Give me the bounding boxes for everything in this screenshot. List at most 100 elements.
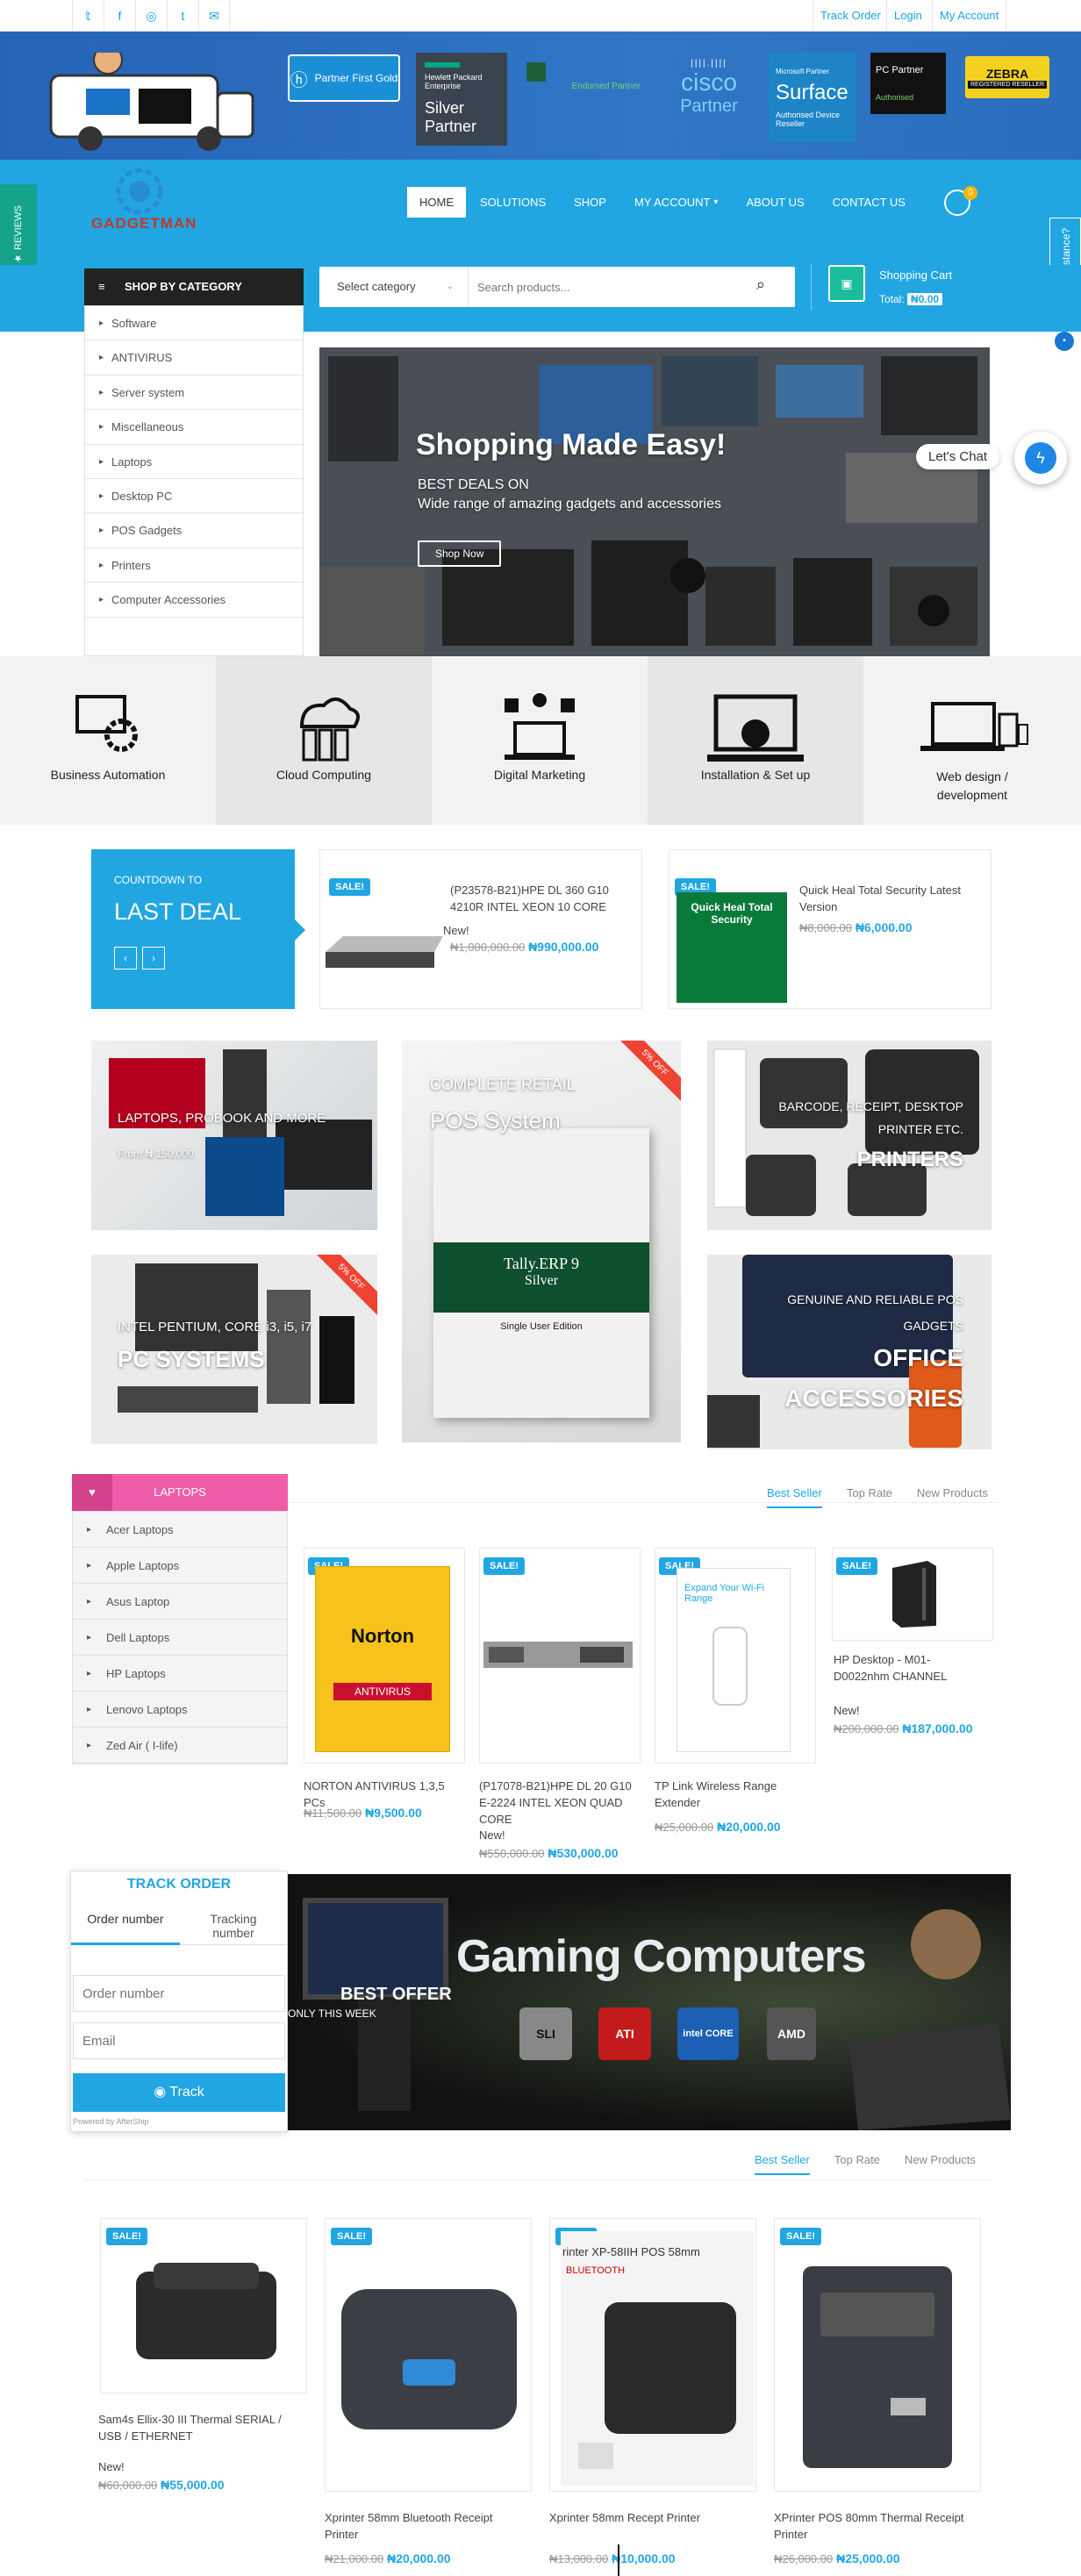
- gaming-banner[interactable]: Gaming Computers BEST OFFER ONLY THIS WE…: [288, 1874, 1011, 2130]
- lets-chat-label[interactable]: Let's Chat: [916, 444, 1000, 469]
- old-price: ₦550,000.00: [479, 1847, 545, 1860]
- category-item[interactable]: Software: [85, 306, 303, 341]
- mail-icon[interactable]: ✉: [198, 0, 230, 32]
- email-input[interactable]: [73, 2022, 285, 2059]
- nav-solutions[interactable]: SOLUTIONS: [466, 187, 560, 218]
- tab-new-products[interactable]: New Products: [917, 1486, 988, 1508]
- category-item[interactable]: Laptops: [85, 445, 303, 479]
- promo-subtitle: PRINTERS: [856, 1148, 963, 1171]
- product-card[interactable]: SALE!: [832, 1548, 993, 1641]
- product-name[interactable]: Sam4s Ellix-30 III Thermal SERIAL / USB …: [98, 2411, 300, 2444]
- chat-bubble-icon[interactable]: ▪: [1055, 332, 1074, 351]
- track-button[interactable]: ◉ Track: [73, 2073, 285, 2112]
- tab-best-seller[interactable]: Best Seller: [767, 1486, 822, 1508]
- product-card[interactable]: SALE!: [774, 2218, 981, 2492]
- product-card[interactable]: SALE!: [325, 2218, 532, 2492]
- promo-office-accessories[interactable]: GENUINE AND RELIABLE POS GADGETS OFFICE …: [707, 1255, 992, 1449]
- surface-partner-logo: Microsoft Partner Surface Authorised Devic…: [769, 53, 856, 142]
- service-label: Cloud Computing: [276, 768, 372, 782]
- service-digital-marketing[interactable]: Digital Marketing: [432, 656, 648, 825]
- laptop-category-item[interactable]: Apple Laptops: [73, 1548, 287, 1584]
- sale-price: ₦10,000.00: [612, 2551, 676, 2565]
- nav-contact-us[interactable]: CONTACT US: [819, 187, 920, 218]
- laptop-category-item[interactable]: Asus Laptop: [73, 1584, 287, 1620]
- product-card[interactable]: SALE!: [100, 2218, 307, 2394]
- shopping-cart-title[interactable]: Shopping Cart: [879, 268, 952, 282]
- tab-top-rate[interactable]: Top Rate: [834, 2153, 880, 2175]
- bluetooth-printer-image: [341, 2289, 517, 2429]
- product-name[interactable]: (P23578-B21)HPE DL 360 G10 4210R INTEL X…: [450, 882, 626, 915]
- category-select[interactable]: Select category ⌄: [319, 267, 469, 307]
- category-item[interactable]: ANTIVIRUS: [85, 340, 303, 376]
- product-name[interactable]: XPrinter POS 80mm Thermal Receipt Printe…: [774, 2509, 981, 2543]
- promo-laptops[interactable]: LAPTOPS, PROBOOK AND MORE From ₦ 150,000: [91, 1041, 377, 1230]
- nav-my-account[interactable]: MY ACCOUNT: [620, 187, 713, 218]
- installation-icon: [707, 694, 804, 762]
- promo-pc-systems[interactable]: 5% OFF INTEL PENTIUM, CORE i3, i5, i7 PC…: [91, 1255, 377, 1444]
- tab-new-products[interactable]: New Products: [905, 2153, 976, 2175]
- search-input[interactable]: [477, 274, 741, 300]
- tab-order-number[interactable]: Order number: [71, 1905, 180, 1945]
- laptop-category-item[interactable]: Acer Laptops: [73, 1512, 287, 1548]
- category-item[interactable]: Printers: [85, 548, 303, 583]
- product-card[interactable]: SALE!: [479, 1548, 641, 1764]
- product-name[interactable]: HP Desktop - M01-D0022nhm CHANNEL: [834, 1651, 984, 1685]
- product-name[interactable]: (P17078-B21)HPE DL 20 G10 E-2224 INTEL X…: [479, 1778, 644, 1828]
- deal-product-card[interactable]: SALE! Quick Heal Total Security Quick He…: [669, 849, 992, 1009]
- category-item[interactable]: POS Gadgets: [85, 513, 303, 548]
- product-card[interactable]: SALE! Expand Your Wi-Fi Range: [655, 1548, 816, 1764]
- laptops-header[interactable]: ♥ LAPTOPS: [72, 1474, 288, 1511]
- laptop-category-item[interactable]: Zed Air ( I-life): [73, 1728, 287, 1764]
- login-link[interactable]: Login: [886, 0, 929, 32]
- my-account-link[interactable]: My Account: [932, 0, 1007, 32]
- product-name[interactable]: Xprinter 58mm Recept Printer: [549, 2509, 751, 2526]
- facebook-icon[interactable]: f: [104, 0, 135, 32]
- product-card[interactable]: SALE! rinter XP-58IIH POS 58mm BLUETOOTH: [549, 2218, 756, 2492]
- category-item[interactable]: Miscellaneous: [85, 410, 303, 445]
- countdown-label: COUNTDOWN TO: [114, 874, 203, 886]
- search-icon[interactable]: ⌕: [756, 275, 779, 298]
- promo-printers[interactable]: BARCODE, RECEIPT, DESKTOP PRINTER ETC. P…: [707, 1041, 992, 1230]
- only-this-week-label: ONLY THIS WEEK: [288, 2007, 376, 2020]
- service-installation[interactable]: Installation & Set up: [648, 656, 863, 825]
- laptop-category-item[interactable]: Lenovo Laptops: [73, 1692, 287, 1728]
- product-card[interactable]: SALE! NortonANTIVIRUS: [304, 1548, 465, 1764]
- product-name[interactable]: TP Link Wireless Range Extender: [655, 1778, 816, 1811]
- track-order-widget: TRACK ORDER Order number Tracking number…: [70, 1871, 288, 2132]
- nav-home[interactable]: HOME: [407, 186, 466, 218]
- shopping-cart-icon[interactable]: ▣: [828, 265, 865, 302]
- order-number-input[interactable]: [73, 1975, 285, 2012]
- deal-product-card[interactable]: SALE! (P23578-B21)HPE DL 360 G10 4210R I…: [319, 849, 642, 1009]
- category-item[interactable]: Server system: [85, 376, 303, 411]
- logo-text: GADGETMAN: [91, 215, 197, 232]
- messenger-icon[interactable]: ϟ: [1014, 432, 1067, 484]
- service-business-automation[interactable]: Business Automation: [0, 656, 216, 825]
- shop-by-category-header[interactable]: ≡ SHOP BY CATEGORY: [84, 268, 304, 305]
- service-web-design[interactable]: Web design / development: [863, 656, 1081, 825]
- laptop-category-item[interactable]: HP Laptops: [73, 1656, 287, 1692]
- product-name[interactable]: Quick Heal Total Security Latest Version: [799, 882, 966, 915]
- promo-title: INTEL PENTIUM, CORE i3, i5, i7: [118, 1320, 312, 1335]
- product-name[interactable]: Xprinter 58mm Bluetooth Receipt Printer: [325, 2509, 526, 2543]
- tab-best-seller[interactable]: Best Seller: [755, 2153, 810, 2175]
- nav-shop[interactable]: SHOP: [560, 187, 620, 218]
- nav-about-us[interactable]: ABOUT US: [732, 187, 818, 218]
- next-arrow-icon[interactable]: ›: [142, 947, 165, 970]
- category-item[interactable]: Desktop PC: [85, 479, 303, 514]
- site-logo[interactable]: GADGETMAN: [91, 165, 197, 239]
- printer-shape: [578, 2302, 736, 2469]
- twitter-icon[interactable]: 𝕥: [72, 0, 104, 32]
- promo-subtitle: From ₦ 150,000: [118, 1148, 194, 1160]
- tab-top-rate[interactable]: Top Rate: [847, 1486, 892, 1508]
- prev-arrow-icon[interactable]: ‹: [114, 947, 137, 970]
- promo-pos-system[interactable]: Tally.ERP 9 Silver Single User Edition 5%…: [402, 1041, 681, 1442]
- laptop-category-item[interactable]: Dell Laptops: [73, 1620, 287, 1656]
- tumblr-icon[interactable]: t: [167, 0, 198, 32]
- shop-now-button[interactable]: Shop Now: [418, 540, 502, 567]
- track-order-link[interactable]: Track Order: [813, 0, 888, 32]
- tab-tracking-number[interactable]: Tracking number: [180, 1905, 287, 1945]
- category-item[interactable]: Computer Accessories: [85, 583, 303, 618]
- norton-box-image: Norton ANTIVIRUS: [315, 1566, 450, 1752]
- instagram-icon[interactable]: ◎: [135, 0, 167, 32]
- service-cloud-computing[interactable]: Cloud Computing: [216, 656, 432, 825]
